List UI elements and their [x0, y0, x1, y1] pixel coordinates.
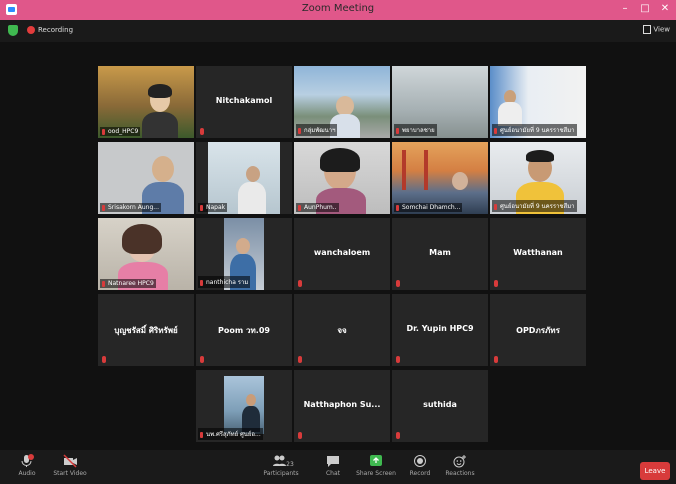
- video-off-icon: [63, 454, 77, 468]
- participant-name-tag: กลุ่มพัฒนาฯ: [296, 124, 338, 136]
- share-screen-icon: [370, 455, 382, 466]
- participant-tile[interactable]: suthida: [392, 370, 488, 442]
- participant-name-tag: ood_HPC9: [100, 127, 141, 136]
- maximize-button[interactable]: □: [636, 1, 654, 17]
- participant-name-tag: Srisakorn Aung...: [100, 203, 161, 212]
- view-button[interactable]: View: [643, 25, 670, 34]
- audio-button[interactable]: Audio: [4, 454, 50, 477]
- muted-mic-icon: [494, 280, 498, 287]
- participant-tile[interactable]: wanchaloem: [294, 218, 390, 290]
- participant-tile[interactable]: Dr. Yupin HPC9: [392, 294, 488, 366]
- active-speaker-tile[interactable]: ศูนย์อนามัยที่ 9 นครราชสีมา: [490, 142, 586, 214]
- participant-tile[interactable]: Mam: [392, 218, 488, 290]
- participant-name: wanchaloem: [313, 248, 371, 257]
- participant-tile[interactable]: ood_HPC9: [98, 66, 194, 138]
- participant-name: suthida: [423, 400, 457, 409]
- gallery-view: ood_HPC9 Nitchakamol กลุ่มพัฒนาฯ พยาบาลช…: [0, 42, 676, 450]
- participant-tile[interactable]: Watthanan: [490, 218, 586, 290]
- title-bar: Zoom Meeting – □ ✕: [0, 0, 676, 20]
- grid-view-icon: [643, 25, 652, 34]
- muted-mic-icon: [494, 356, 498, 363]
- participant-tile[interactable]: บุญชรัสมิ์ ศิริทรัพย์: [98, 294, 194, 366]
- muted-mic-icon: [396, 280, 400, 287]
- participant-name: Mam: [429, 248, 451, 257]
- muted-mic-icon: [200, 128, 204, 135]
- participant-name: Watthanan: [513, 248, 563, 257]
- reactions-icon: [453, 455, 466, 468]
- participant-tile[interactable]: จจ: [294, 294, 390, 366]
- participant-name: Natthaphon Su...: [303, 400, 381, 409]
- muted-mic-icon: [396, 432, 400, 439]
- participant-tile[interactable]: ศูนย์อนามัยที่ 9 นครราชสีมา: [490, 66, 586, 138]
- participant-name-tag: Napak: [198, 203, 228, 212]
- close-button[interactable]: ✕: [656, 1, 674, 17]
- participant-name: Poom วท.09: [218, 326, 270, 335]
- chat-icon: [327, 456, 339, 467]
- participant-name: จจ: [337, 326, 347, 335]
- participant-name-tag: Natnaree HPC9: [100, 279, 156, 288]
- muted-mic-icon: [298, 356, 302, 363]
- security-shield-icon[interactable]: [8, 25, 18, 36]
- muted-mic-icon: [298, 432, 302, 439]
- participant-tile[interactable]: Natthaphon Su...: [294, 370, 390, 442]
- participant-tile[interactable]: Poom วท.09: [196, 294, 292, 366]
- participant-tile[interactable]: OPDภรภัทร: [490, 294, 586, 366]
- participant-tile[interactable]: Napak: [196, 142, 292, 214]
- participant-tile[interactable]: นพ.ศรีสุภัทย์ ศูนย์อ...: [196, 370, 292, 442]
- recording-icon: [27, 26, 35, 34]
- window-title: Zoom Meeting: [301, 3, 375, 14]
- meeting-controls: Audio Start Video Participants 23 Chat S…: [0, 450, 676, 484]
- participant-name: Nitchakamol: [215, 96, 273, 105]
- participant-name-tag: nanthicha ราม: [198, 276, 251, 288]
- participant-name-tag: พยาบาลชาย: [394, 124, 437, 136]
- participant-name: OPDภรภัทร: [516, 326, 560, 335]
- share-screen-button[interactable]: Share Screen: [353, 454, 399, 477]
- minimize-button[interactable]: –: [616, 1, 634, 17]
- participant-name: Dr. Yupin HPC9: [406, 324, 474, 333]
- muted-mic-icon: [102, 356, 106, 363]
- participant-name-tag: ศูนย์อนามัยที่ 9 นครราชสีมา: [492, 124, 577, 136]
- reactions-button[interactable]: Reactions: [437, 454, 483, 477]
- participant-name: บุญชรัสมิ์ ศิริทรัพย์: [114, 326, 178, 335]
- muted-mic-icon: [396, 356, 400, 363]
- participant-tile[interactable]: AunPhum..: [294, 142, 390, 214]
- participant-tile[interactable]: Nitchakamol: [196, 66, 292, 138]
- participant-tile[interactable]: กลุ่มพัฒนาฯ: [294, 66, 390, 138]
- participant-name-tag: Somchai Dhamch...: [394, 203, 463, 212]
- chat-button[interactable]: Chat: [310, 454, 356, 477]
- participant-name-tag: AunPhum..: [296, 203, 339, 212]
- recording-label: Recording: [38, 26, 74, 34]
- muted-mic-icon: [200, 356, 204, 363]
- start-video-button[interactable]: Start Video: [47, 454, 93, 477]
- participant-name-tag: นพ.ศรีสุภัทย์ ศูนย์อ...: [198, 428, 263, 440]
- participant-tile[interactable]: Somchai Dhamch...: [392, 142, 488, 214]
- meeting-topbar: Recording View: [0, 20, 676, 42]
- participant-name-tag: ศูนย์อนามัยที่ 9 นครราชสีมา: [492, 200, 577, 212]
- leave-button[interactable]: Leave: [640, 462, 670, 480]
- participant-tile[interactable]: nanthicha ราม: [196, 218, 292, 290]
- participant-tile[interactable]: พยาบาลชาย: [392, 66, 488, 138]
- participant-tile[interactable]: Srisakorn Aung...: [98, 142, 194, 214]
- record-icon: [414, 455, 426, 467]
- muted-mic-icon: [21, 454, 34, 467]
- participants-count: 23: [286, 461, 294, 468]
- participant-tile[interactable]: Natnaree HPC9: [98, 218, 194, 290]
- muted-mic-icon: [298, 280, 302, 287]
